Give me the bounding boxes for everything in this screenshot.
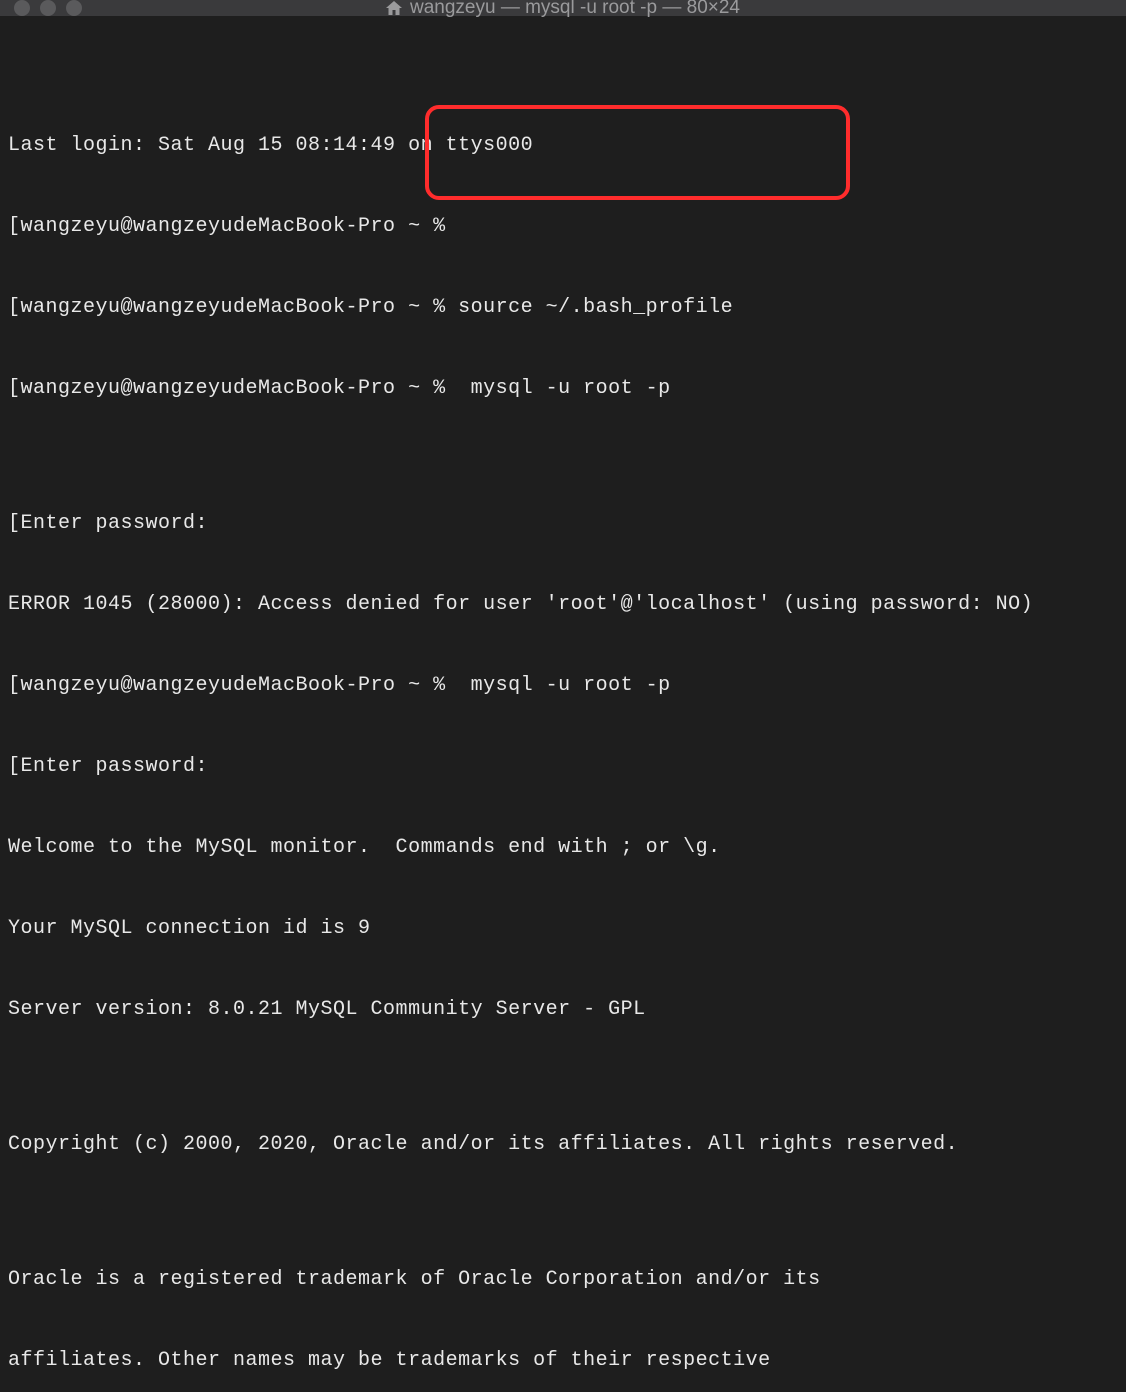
close-icon[interactable] [14,0,30,16]
bracket: [ [8,512,21,535]
term-line: affiliates. Other names may be trademark… [8,1347,1118,1374]
term-line: [Enter password: [8,753,1118,780]
command-text: % mysql -u root -p [433,377,671,400]
term-line: Oracle is a registered trademark of Orac… [8,1266,1118,1293]
term-line: Server version: 8.0.21 MySQL Community S… [8,996,1118,1023]
term-line: [Enter password: [8,510,1118,537]
term-line: Your MySQL connection id is 9 [8,915,1118,942]
term-line: [wangzeyu@wangzeyudeMacBook-Pro ~ % [8,213,1118,240]
prompt: [wangzeyu@wangzeyudeMacBook-Pro ~ % [8,674,471,697]
term-line: [wangzeyu@wangzeyudeMacBook-Pro ~ % sour… [8,294,1118,321]
terminal-window: wangzeyu — mysql -u root -p — 80×24 Last… [0,0,1126,696]
term-line: ERROR 1045 (28000): Access denied for us… [8,591,1118,618]
term-line: Last login: Sat Aug 15 08:14:49 on ttys0… [8,132,1118,159]
minimize-icon[interactable] [40,0,56,16]
terminal-body[interactable]: Last login: Sat Aug 15 08:14:49 on ttys0… [0,16,1126,1392]
term-line: Welcome to the MySQL monitor. Commands e… [8,834,1118,861]
home-icon [386,1,402,15]
command-text: % source ~/.bash_profile [433,296,733,319]
traffic-lights [14,0,82,16]
term-line: Copyright (c) 2000, 2020, Oracle and/or … [8,1131,1118,1158]
term-line: [wangzeyu@wangzeyudeMacBook-Pro ~ % mysq… [8,672,1118,699]
command-text: mysql -u root -p [471,674,671,697]
password-prompt: Enter password: [21,512,209,535]
bracket: [ [8,755,21,778]
maximize-icon[interactable] [66,0,82,16]
titlebar[interactable]: wangzeyu — mysql -u root -p — 80×24 [0,0,1126,16]
term-line: [wangzeyu@wangzeyudeMacBook-Pro ~ % mysq… [8,375,1118,402]
prompt: [wangzeyu@wangzeyudeMacBook-Pro ~ [8,377,433,400]
prompt: [wangzeyu@wangzeyudeMacBook-Pro ~ [8,296,433,319]
password-prompt: Enter password: [21,755,209,778]
